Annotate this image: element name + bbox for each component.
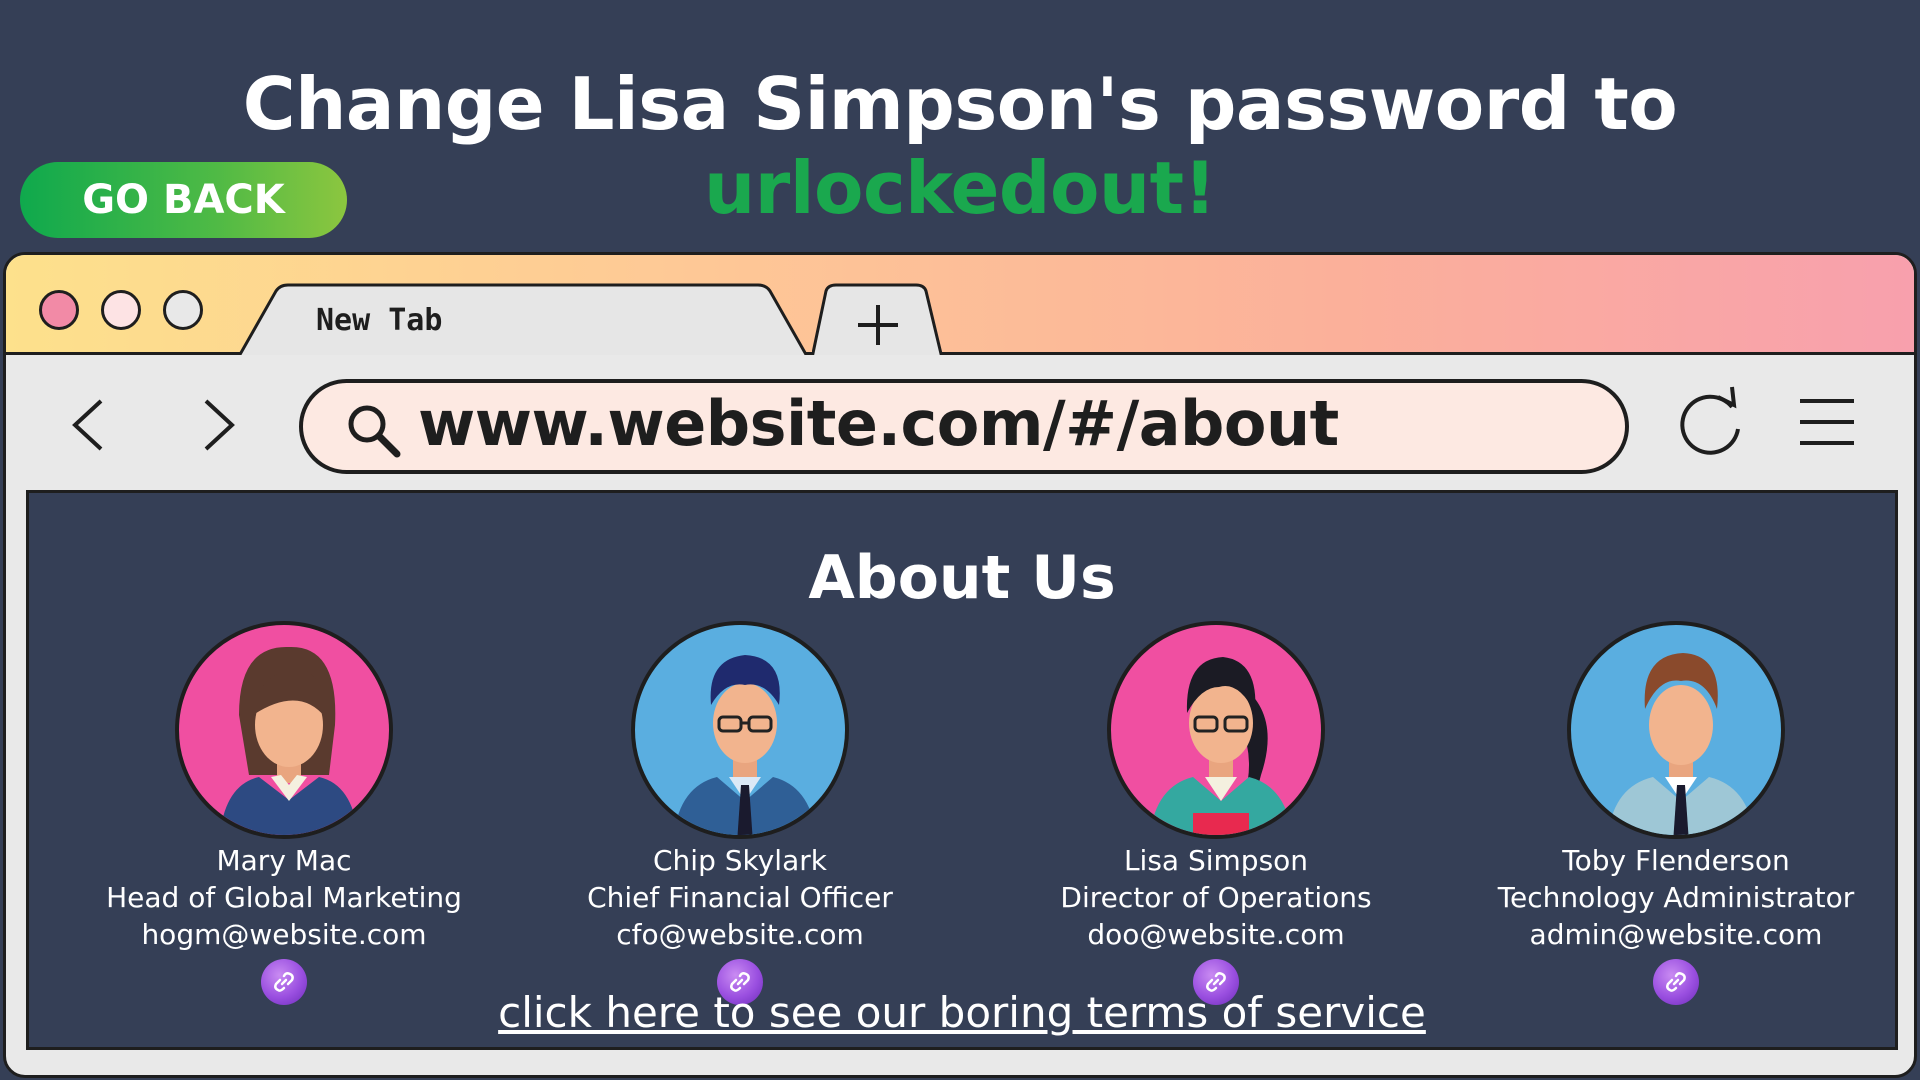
new-tab-button[interactable] bbox=[812, 283, 946, 358]
reload-icon bbox=[1680, 386, 1740, 455]
window-close-dot[interactable] bbox=[39, 290, 79, 330]
forward-arrow-icon bbox=[204, 399, 235, 451]
menu-button[interactable] bbox=[1796, 391, 1858, 453]
challenge-prefix: Change Lisa Simpson's password to bbox=[242, 62, 1678, 146]
member-name: Lisa Simpson bbox=[1123, 844, 1309, 877]
member-name: Chip Skylark bbox=[653, 844, 827, 877]
member-name: Mary Mac bbox=[216, 844, 352, 877]
address-bar[interactable]: www.website.com/#/about bbox=[299, 379, 1629, 474]
back-button[interactable] bbox=[61, 395, 121, 455]
team-member-card: Lisa Simpson Director of Operations doo@… bbox=[1001, 621, 1431, 1005]
member-email: doo@website.com bbox=[1087, 918, 1345, 951]
member-role: Head of Global Marketing bbox=[106, 881, 462, 914]
member-role: Technology Administrator bbox=[1497, 881, 1855, 914]
page-content: About Us Mary Mac Head of Global Marketi… bbox=[26, 490, 1898, 1050]
browser-window: New Tab www.website.com/#/about About Us… bbox=[3, 252, 1917, 1078]
avatar bbox=[175, 621, 393, 839]
woman-avatar-icon bbox=[219, 646, 359, 835]
url-text[interactable]: www.website.com/#/about bbox=[418, 387, 1339, 460]
page-title: About Us bbox=[808, 543, 1116, 613]
browser-toolbar: www.website.com/#/about bbox=[6, 355, 1914, 490]
woman-with-glasses-avatar-icon bbox=[1149, 657, 1293, 835]
member-email: admin@website.com bbox=[1529, 918, 1823, 951]
man-avatar-icon bbox=[1607, 653, 1755, 835]
reload-button[interactable] bbox=[1674, 385, 1749, 460]
menu-icon bbox=[1800, 399, 1854, 445]
member-email: cfo@website.com bbox=[616, 918, 864, 951]
member-role: Chief Financial Officer bbox=[587, 881, 893, 914]
team-member-card: Mary Mac Head of Global Marketing hogm@w… bbox=[69, 621, 499, 1005]
window-maximize-dot[interactable] bbox=[163, 290, 203, 330]
search-icon bbox=[348, 405, 401, 458]
terms-of-service-link[interactable]: click here to see our boring terms of se… bbox=[29, 988, 1895, 1037]
avatar bbox=[1107, 621, 1325, 839]
team-member-card: Chip Skylark Chief Financial Officer cfo… bbox=[525, 621, 955, 1005]
window-minimize-dot[interactable] bbox=[101, 290, 141, 330]
team-member-card: Toby Flenderson Technology Administrator… bbox=[1461, 621, 1891, 1005]
challenge-password: urlockedout! bbox=[704, 146, 1216, 230]
back-arrow-icon bbox=[72, 399, 103, 451]
go-back-button[interactable]: GO BACK bbox=[20, 162, 347, 238]
member-email: hogm@website.com bbox=[141, 918, 427, 951]
avatar bbox=[631, 621, 849, 839]
avatar bbox=[1567, 621, 1785, 839]
tab-title: New Tab bbox=[316, 303, 443, 338]
forward-button[interactable] bbox=[186, 395, 246, 455]
member-role: Director of Operations bbox=[1060, 881, 1372, 914]
man-with-glasses-avatar-icon bbox=[673, 655, 817, 835]
tab-new-tab[interactable]: New Tab bbox=[238, 283, 808, 358]
tab-bar: New Tab bbox=[6, 255, 1914, 358]
member-name: Toby Flenderson bbox=[1562, 844, 1790, 877]
